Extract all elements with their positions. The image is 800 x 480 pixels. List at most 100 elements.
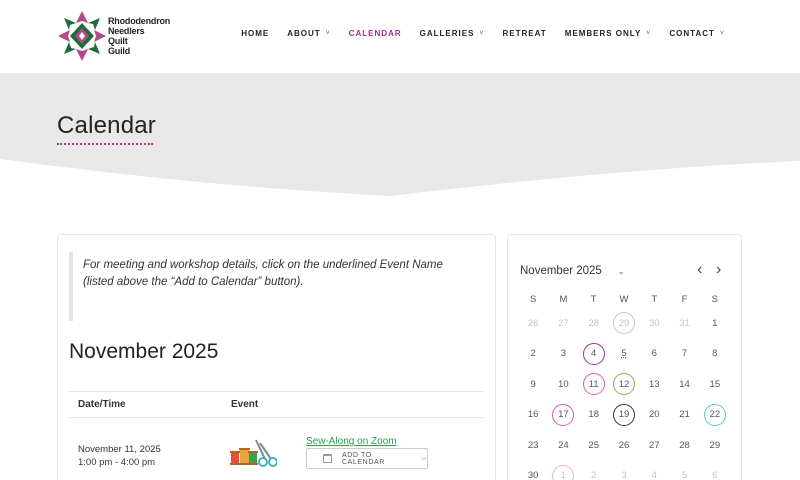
- calendar-day: 20: [639, 400, 669, 430]
- main-nav: HOME ABOUT ˅ CALENDAR GALLERIES ˅ RETREAT MEMBE…: [232, 29, 734, 38]
- next-month-button[interactable]: ›: [716, 261, 721, 279]
- month-select[interactable]: November 2025 ⌄: [520, 265, 625, 277]
- calendar-day-event[interactable]: 17: [548, 400, 578, 430]
- nav-item-label: CONTACT: [669, 29, 715, 38]
- chevron-down-icon: ⌵: [421, 454, 427, 462]
- calendar-day: 26: [518, 308, 548, 338]
- calendar-day: 27: [639, 430, 669, 460]
- calendar-day: 31: [669, 308, 699, 338]
- calendar-day-number: 27: [648, 439, 660, 451]
- chevron-down-icon: ˅: [325, 30, 331, 37]
- nav-item-retreat[interactable]: RETREAT: [494, 29, 556, 38]
- event-link[interactable]: Sew-Along on Zoom: [306, 436, 397, 447]
- weekday-label: M: [559, 294, 568, 305]
- calendar-day-number: 24: [558, 439, 569, 451]
- calendar-day-event[interactable]: 22: [700, 400, 730, 430]
- calendar-day-number: 18: [588, 409, 599, 421]
- month-select-label: November 2025: [520, 265, 602, 277]
- calendar-day-number: 1: [712, 317, 718, 329]
- calendar-day: 27: [548, 308, 578, 338]
- calendar-day-number: 28: [588, 317, 599, 329]
- calendar-day: 5: [669, 461, 699, 480]
- calendar-day-event[interactable]: 19: [609, 400, 639, 430]
- events-table: Date/Time Event November 11, 2025 1:00 p…: [69, 391, 484, 480]
- calendar-day-event[interactable]: 4: [579, 339, 609, 369]
- calendar-day-event[interactable]: 11: [579, 369, 609, 399]
- weekday-label: S: [529, 294, 537, 305]
- calendar-day-number: 25: [588, 439, 599, 451]
- calendar-day-number: 8: [712, 348, 718, 360]
- nav-item-galleries[interactable]: GALLERIES ˅: [411, 29, 494, 38]
- add-to-calendar-button[interactable]: ADD TO CALENDAR ⌵: [306, 448, 428, 469]
- event-time: 1:00 pm - 4:00 pm: [78, 457, 156, 468]
- calendar-day: 1: [700, 308, 730, 338]
- event-marker-ring: [552, 403, 575, 426]
- calendar-day-event[interactable]: 1: [548, 461, 578, 480]
- weekday-label: W: [619, 294, 629, 305]
- calendar-day: 3: [609, 461, 639, 480]
- calendar-day: 23: [518, 430, 548, 460]
- calendar-day-event[interactable]: 12: [609, 369, 639, 399]
- brand-line: Needlers: [108, 26, 145, 36]
- nav-item-contact[interactable]: CONTACT ˅: [660, 29, 734, 38]
- calendar-day: 10: [548, 369, 578, 399]
- event-marker-ring: [582, 373, 605, 396]
- add-to-calendar-label: ADD TO CALENDAR: [341, 451, 385, 466]
- calendar-day: 25: [579, 430, 609, 460]
- calendar-day-number: 26: [618, 439, 630, 451]
- nav-item-about[interactable]: ABOUT ˅: [278, 29, 340, 38]
- calendar-day: 28: [669, 430, 699, 460]
- calendar-day: 2: [518, 339, 548, 369]
- title-underline: [57, 143, 153, 145]
- calendar-day-number: 20: [648, 409, 660, 421]
- calendar-day-number: 7: [681, 348, 688, 360]
- calendar-week-row: 9 10 11 12 13 14 15: [518, 369, 730, 400]
- chevron-down-icon: ˅: [479, 30, 485, 37]
- calendar-day-number: 30: [648, 317, 660, 329]
- calendar-day: 8: [700, 339, 730, 369]
- calendar-day-number: 15: [709, 378, 721, 390]
- chevron-down-icon: ˅: [719, 30, 725, 37]
- nav-item-label: HOME: [241, 29, 270, 38]
- calendar-day-number: 14: [679, 378, 690, 390]
- calendar-day-number: 5: [621, 348, 627, 360]
- calendar-day: 15: [700, 369, 730, 399]
- calendar-day: 30: [639, 308, 669, 338]
- nav-item-home[interactable]: HOME: [232, 29, 278, 38]
- calendar-day-number: 26: [527, 317, 539, 329]
- calendar-day: 6: [639, 339, 669, 369]
- calendar-day-number: 29: [709, 439, 721, 451]
- site-header: Rhododendron Needlers Quilt Guild HOME AB…: [0, 0, 800, 73]
- calendar-day-number: 27: [558, 317, 569, 329]
- table-row: November 11, 2025 1:00 pm - 4:00 pm Sew-…: [69, 418, 484, 480]
- sewing-supplies-icon: [229, 438, 278, 473]
- weekday-label: T: [651, 294, 658, 305]
- brand-line: Rhododendron: [108, 16, 171, 26]
- calendar-day-number: 31: [679, 317, 690, 329]
- nav-item-label: GALLERIES: [419, 29, 475, 38]
- calendar-day-number: 4: [651, 470, 657, 480]
- prev-month-button[interactable]: ‹: [697, 261, 702, 279]
- calendar-day: 14: [669, 369, 699, 399]
- nav-item-label: CALENDAR: [348, 29, 402, 38]
- weekday-label: F: [681, 294, 688, 305]
- table-header: Date/Time Event: [69, 392, 484, 418]
- nav-item-members-only[interactable]: MEMBERS ONLY ˅: [556, 29, 661, 38]
- chevron-down-icon: ⌄: [617, 266, 625, 276]
- calendar-day-event[interactable]: 29: [609, 308, 639, 338]
- calendar-day-number: 6: [651, 348, 657, 360]
- calendar-day: 4: [639, 461, 669, 480]
- calendar-day-number: 28: [679, 439, 690, 451]
- calendar-day: 3: [548, 339, 578, 369]
- brand-name: Rhododendron Needlers Quilt Guild: [108, 16, 170, 56]
- column-header-date: Date/Time: [78, 399, 126, 410]
- instructions-note: For meeting and workshop details, click …: [69, 252, 469, 321]
- event-marker-ring: [612, 403, 635, 426]
- calendar-week-row: 26 27 28 29 30 31 1: [518, 308, 730, 339]
- calendar-day[interactable]: 5: [609, 339, 639, 369]
- nav-item-calendar[interactable]: CALENDAR: [340, 29, 411, 38]
- calendar-day-number: 2: [530, 348, 536, 360]
- site-logo[interactable]: Rhododendron Needlers Quilt Guild: [58, 11, 188, 61]
- calendar-day-number: 6: [712, 470, 718, 480]
- calendar-day: 18: [579, 400, 609, 430]
